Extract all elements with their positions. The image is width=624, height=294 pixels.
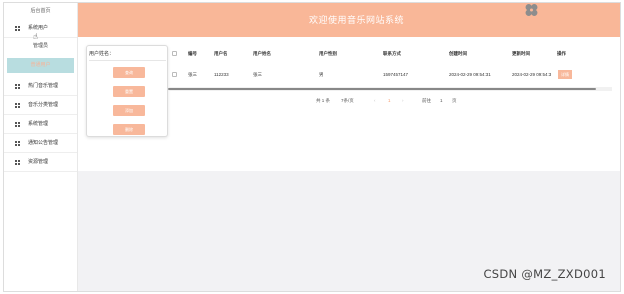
add-button[interactable]: 添加 [113, 105, 145, 116]
sidebar-subitem-admin[interactable]: 管理员 [4, 38, 77, 54]
cell-id: 张三 [188, 72, 197, 77]
grid-icon [15, 141, 20, 146]
delete-button[interactable]: 删除 [113, 124, 145, 135]
sidebar-home-link[interactable]: 后台首页 [4, 3, 77, 19]
sidebar-item-label: 音乐分类管理 [28, 102, 59, 108]
search-panel: 用户姓名： 查询 重置 添加 删除 [86, 45, 168, 137]
page-unit-label: 页 [452, 98, 457, 103]
page-size-select[interactable]: 7条/页 [341, 98, 354, 104]
page-number-current[interactable]: 1 [388, 98, 391, 103]
cell-updated: 2024-02-29 09:54:3 [512, 72, 552, 77]
avatar-icon[interactable] [525, 3, 538, 17]
app-window: 后台首页 系统用户 ☝ 管理员 普通用户 热门音乐管理 音乐分类管理 系统管理 … [3, 2, 621, 292]
select-all-checkbox[interactable] [172, 51, 177, 56]
cell-name: 张三 [253, 72, 262, 77]
column-header: 操作 [557, 51, 566, 56]
sidebar-item-label: 资源管理 [28, 159, 49, 165]
details-button[interactable]: 详情 [558, 70, 572, 79]
sidebar-item-notice[interactable]: 通知公告管理 [4, 134, 77, 153]
row-checkbox[interactable] [172, 72, 177, 77]
table-row: 张三 112233 张三 男 1597457147 2024-02-29 09:… [168, 70, 612, 81]
table-header: 编号 用户名 用户姓名 用户性别 联系方式 创建时间 更新时间 操作 [168, 51, 612, 59]
horizontal-scrollbar[interactable] [168, 88, 596, 90]
sidebar-item-label: 系统用户 [28, 25, 49, 31]
prev-page-button[interactable]: ‹ [374, 98, 376, 103]
grid-icon [15, 84, 20, 89]
hand-cursor-icon: ☝ [33, 32, 38, 41]
search-input[interactable] [89, 60, 166, 61]
pagination-total: 共 1 条 [316, 98, 331, 103]
query-button[interactable]: 查询 [113, 67, 145, 78]
grid-icon [15, 103, 20, 108]
sidebar-item-label: 系统管理 [28, 121, 49, 127]
next-page-button[interactable]: › [402, 98, 404, 103]
goto-label: 前往 [422, 98, 431, 103]
top-header: 欢迎使用音乐网站系统 [78, 3, 620, 37]
reset-button[interactable]: 重置 [113, 86, 145, 97]
column-header: 更新时间 [512, 51, 530, 56]
sidebar: 后台首页 系统用户 ☝ 管理员 普通用户 热门音乐管理 音乐分类管理 系统管理 … [4, 3, 78, 291]
cell-gender: 男 [319, 72, 324, 77]
cell-username: 112233 [214, 72, 229, 77]
sidebar-item-label: 热门音乐管理 [28, 83, 59, 89]
column-header: 用户姓名 [253, 51, 271, 56]
column-header: 联系方式 [383, 51, 401, 56]
grid-icon [15, 160, 20, 165]
sidebar-item-hot-music[interactable]: 热门音乐管理 [4, 77, 77, 96]
sidebar-item-music-category[interactable]: 音乐分类管理 [4, 96, 77, 115]
sidebar-item-label: 通知公告管理 [28, 140, 59, 146]
main-content: 用户姓名： 查询 重置 添加 删除 编号 用户名 用户姓名 用户性别 联系方式 … [78, 37, 620, 171]
grid-icon [15, 122, 20, 127]
sidebar-item-system-admin[interactable]: 系统管理 [4, 115, 77, 134]
column-header: 用户性别 [319, 51, 337, 56]
column-header: 编号 [188, 51, 197, 56]
column-header: 用户名 [214, 51, 228, 56]
goto-page-input[interactable]: 1 [440, 98, 443, 103]
cell-phone: 1597457147 [383, 72, 409, 77]
watermark-text: CSDN @MZ_ZXD001 [483, 267, 606, 281]
sidebar-subitem-active[interactable]: 普通用户 [7, 58, 74, 73]
cell-created: 2024-02-29 09:54:31 [449, 72, 491, 77]
sidebar-item-system-users[interactable]: 系统用户 [4, 19, 77, 38]
sidebar-item-resources[interactable]: 资源管理 [4, 153, 77, 172]
column-header: 创建时间 [449, 51, 467, 56]
page-title: 欢迎使用音乐网站系统 [309, 15, 405, 25]
search-label: 用户姓名： [89, 51, 115, 57]
user-grid-icon [15, 26, 20, 31]
